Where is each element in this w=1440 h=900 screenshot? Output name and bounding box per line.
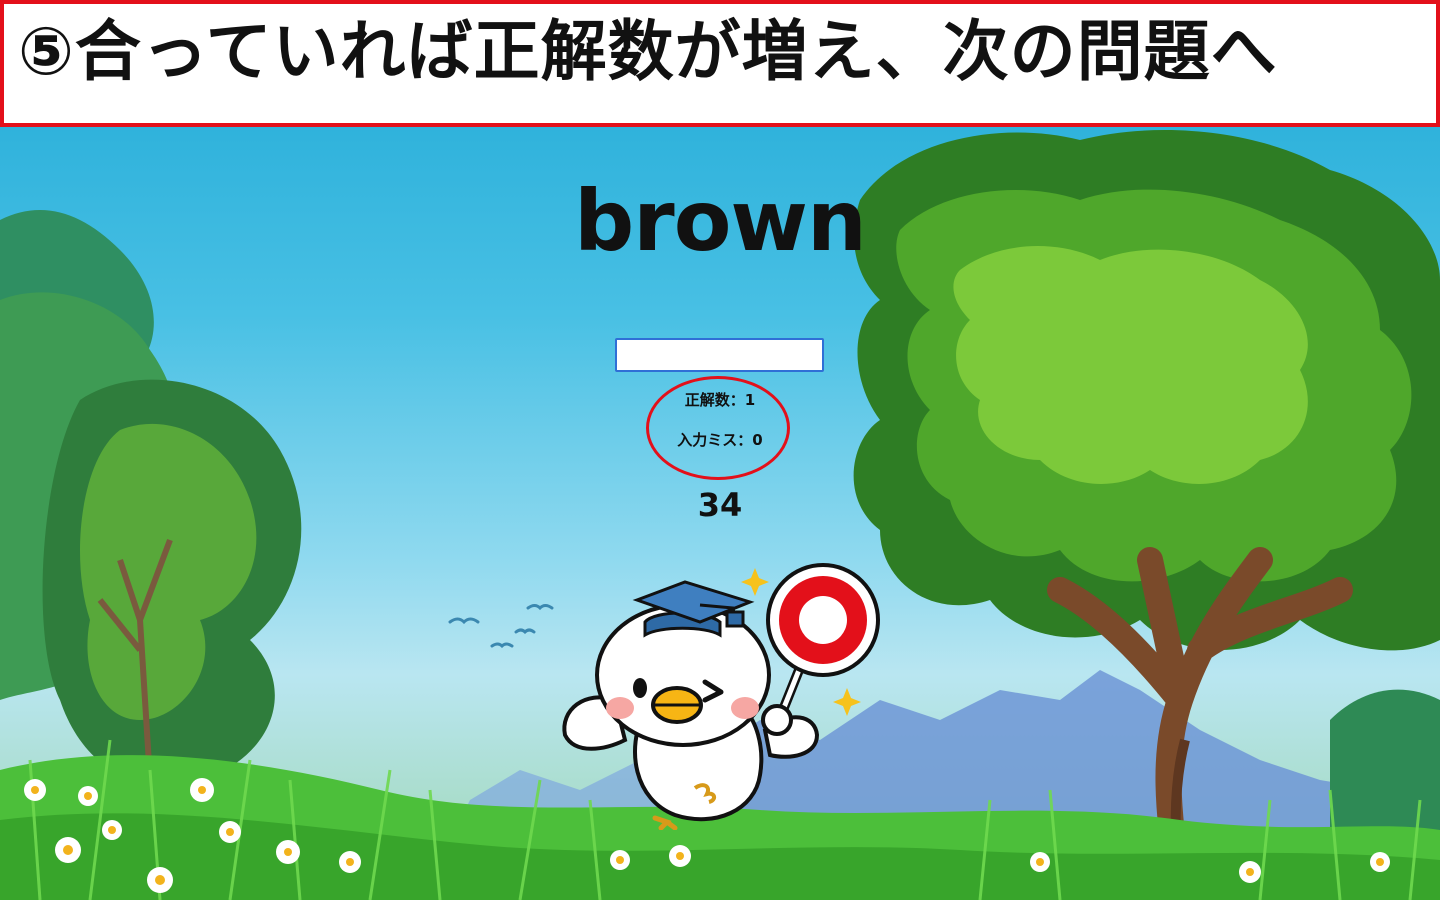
chick-mascot-icon: [562, 563, 880, 830]
birds: [448, 604, 554, 649]
target-word: brown: [574, 172, 867, 270]
sparkle-icon: [741, 568, 769, 596]
typing-game-screen: ⑤合っていれば正解数が増え、次の問題へ brown 正解数：1 入力ミス：0 3…: [0, 0, 1440, 900]
highlight-circle: [646, 376, 790, 480]
sparkle-icon: [833, 688, 861, 716]
correct-maru-sign-icon: [766, 563, 880, 677]
answer-input[interactable]: [615, 338, 824, 372]
countdown-timer: 34: [697, 486, 743, 524]
left-trees: [0, 210, 302, 786]
instruction-banner: ⑤合っていれば正解数が増え、次の問題へ: [0, 0, 1440, 127]
instruction-text: ⑤合っていれば正解数が増え、次の問題へ: [18, 12, 1278, 90]
